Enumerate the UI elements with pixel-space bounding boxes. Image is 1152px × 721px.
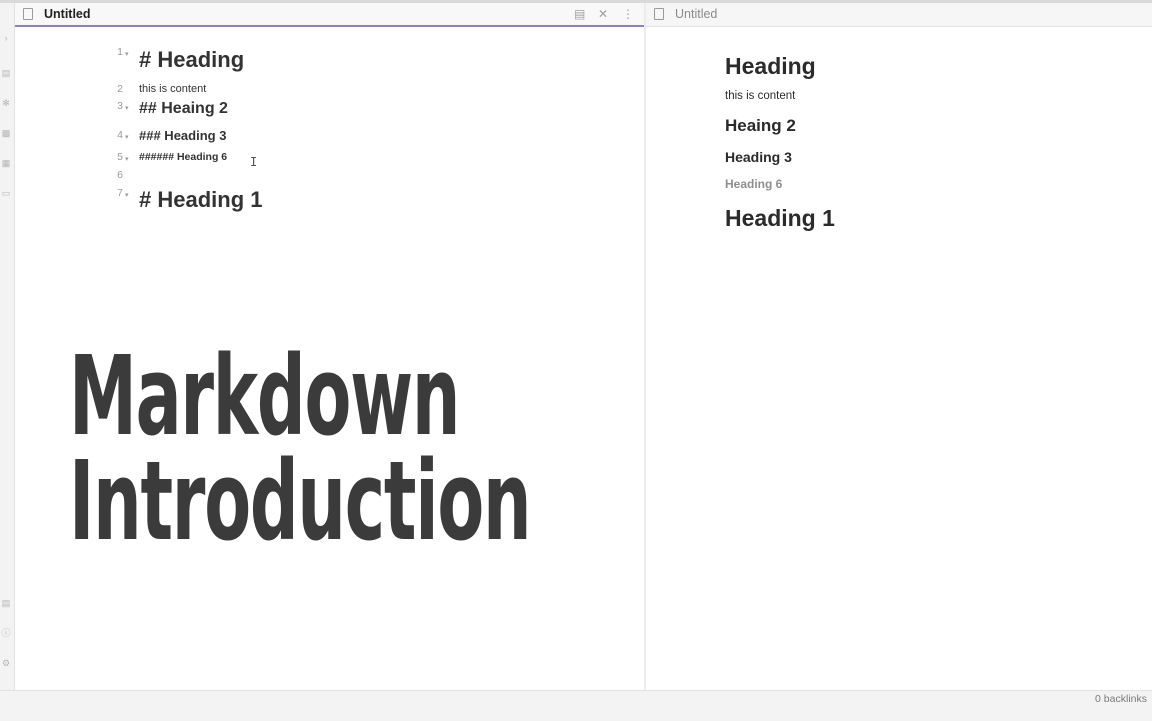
line-number: 2	[117, 83, 123, 95]
editor-tab-title[interactable]: Untitled	[44, 7, 91, 21]
source-line[interactable]: ### Heading 3	[139, 128, 226, 143]
preview-paragraph: this is content	[725, 90, 796, 102]
line-number: 3	[117, 100, 123, 112]
document-icon: doc	[23, 8, 33, 20]
line-number: 7	[117, 187, 123, 199]
preview-heading: Heading	[725, 53, 816, 79]
preview-heading: Heading 6	[725, 177, 783, 191]
fold-arrow-icon[interactable]: ▾	[125, 50, 129, 58]
line-number: 5	[117, 151, 123, 163]
fold-arrow-icon[interactable]: ▾	[125, 104, 129, 112]
left-ribbon: › ▤ ✻ ▩ ▦ ▭ ▤ ⓘ ⚙	[0, 3, 15, 690]
inbox-icon[interactable]: ▭	[0, 188, 12, 198]
overlay-title-line-1: Markdown	[69, 332, 460, 460]
overlay-title-line-2: Introduction	[69, 437, 532, 565]
line-number: 6	[117, 169, 123, 181]
fold-arrow-icon[interactable]: ▾	[125, 191, 129, 199]
editor-pane: doc Untitled ▤ ✕ ⋮ 1 ▾ # Heading 2 this …	[15, 3, 644, 690]
document-icon: doc	[654, 8, 664, 20]
source-line[interactable]: ###### Heading 6	[139, 151, 227, 163]
preview-tab-header: doc Untitled	[646, 3, 1152, 27]
more-vertical-icon[interactable]: ⋮	[622, 6, 634, 22]
fold-arrow-icon[interactable]: ▾	[125, 133, 129, 141]
source-line[interactable]: # Heading	[139, 47, 244, 73]
vault-icon[interactable]: ▤	[0, 598, 12, 608]
line-number: 4	[117, 129, 123, 141]
plugins-icon[interactable]: ▩	[0, 128, 12, 138]
files-icon[interactable]: ▤	[0, 68, 12, 78]
settings-icon[interactable]: ⚙	[0, 658, 12, 668]
preview-heading: Heading 3	[725, 149, 792, 165]
line-number: 1	[117, 46, 123, 58]
source-line[interactable]: this is content	[139, 83, 206, 95]
editor-tab-header: doc Untitled ▤ ✕ ⋮	[15, 3, 644, 27]
help-icon[interactable]: ⓘ	[0, 628, 12, 638]
expand-chevron-icon[interactable]: ›	[0, 33, 12, 43]
book-icon[interactable]: ▤	[574, 6, 585, 22]
status-bar: 0 backlinks	[0, 690, 1152, 721]
calendar-icon[interactable]: ▦	[0, 158, 12, 168]
close-icon[interactable]: ✕	[598, 6, 608, 22]
preview-tab-title[interactable]: Untitled	[675, 7, 717, 21]
graph-icon[interactable]: ✻	[0, 98, 12, 108]
preview-heading: Heaing 2	[725, 116, 796, 135]
text-cursor-icon: I	[250, 155, 258, 169]
fold-arrow-icon[interactable]: ▾	[125, 155, 129, 163]
preview-heading: Heading 1	[725, 205, 835, 231]
preview-pane: doc Untitled Heading this is content Hea…	[646, 3, 1152, 690]
source-line[interactable]: # Heading 1	[139, 187, 262, 213]
backlinks-count[interactable]: 0 backlinks	[1095, 693, 1147, 705]
source-line[interactable]: ## Heaing 2	[139, 100, 228, 118]
